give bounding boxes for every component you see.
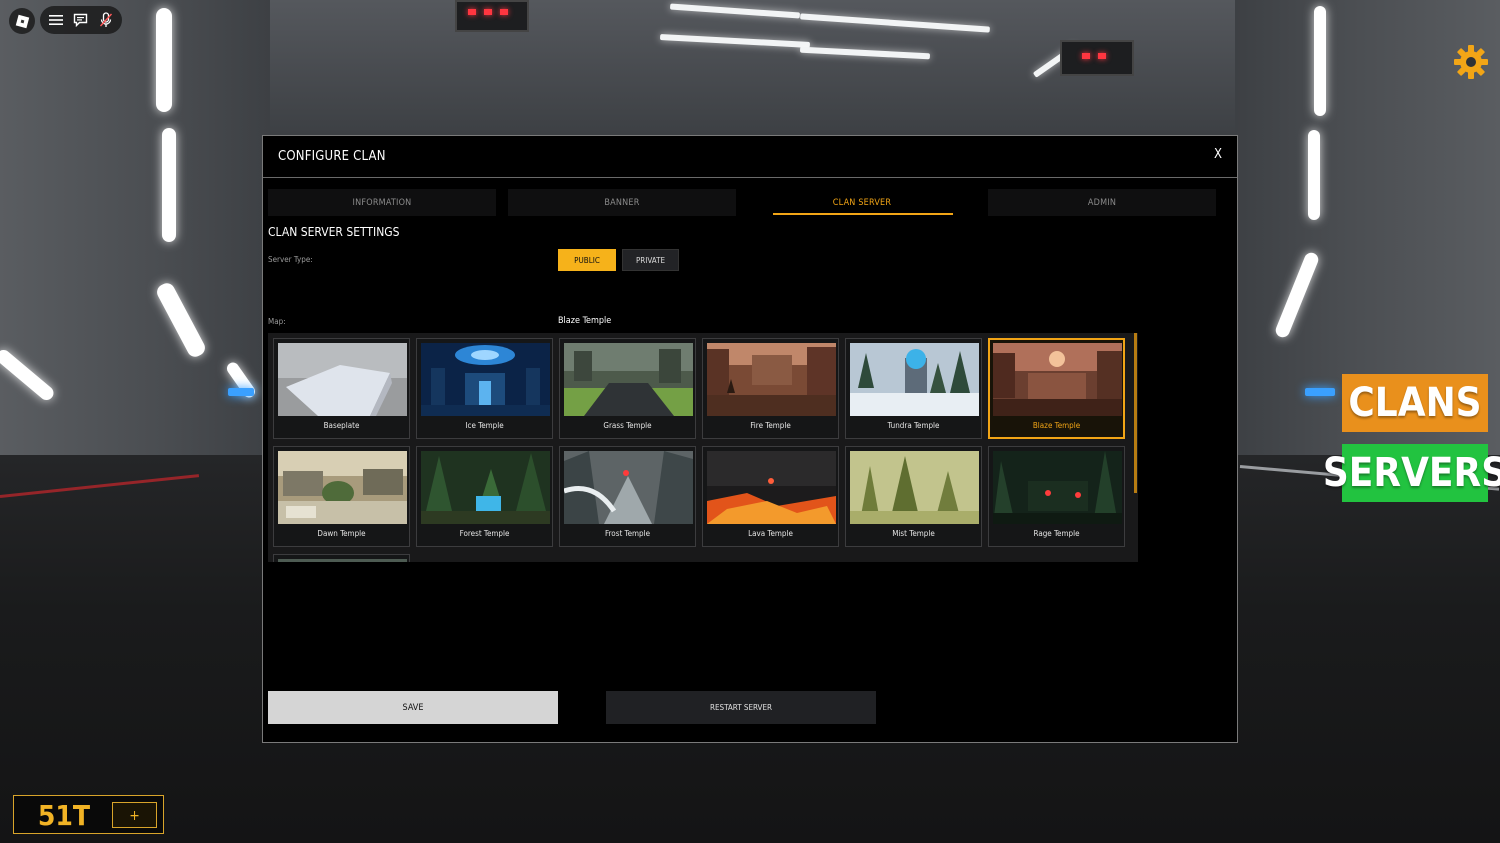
grass-temple-thumbnail [564,343,693,416]
map-name: Tundra Temple [887,421,940,430]
servers-button[interactable]: SERVERS [1323,444,1500,502]
map-grid: Baseplate Ice Temple Grass Temple Fire T… [268,333,1138,562]
ceiling [150,0,1350,140]
map-name: Fire Temple [750,421,791,430]
map-card-blaze-temple[interactable]: Blaze Temple [988,338,1125,439]
map-name: Grass Temple [603,421,652,430]
mist-temple-thumbnail [850,451,979,524]
tundra-temple-thumbnail [850,343,979,416]
configure-clan-modal: CONFIGURE CLAN X INFORMATION BANNER CLAN… [262,135,1238,743]
modal-header: CONFIGURE CLAN X [263,136,1237,178]
map-name: Blaze Temple [1032,421,1081,430]
roblox-topbar [40,6,122,34]
server-type-label: Server Type: [268,255,313,264]
map-card-dawn-temple[interactable]: Dawn Temple [273,446,410,547]
currency-display: 51T + [13,795,164,834]
map-card-lava-temple[interactable]: Lava Temple [702,446,839,547]
tab-information[interactable]: INFORMATION [268,189,496,216]
map-name: Rage Temple [1033,529,1080,538]
settings-gear-icon[interactable] [1452,43,1490,81]
map-name: Forest Temple [459,529,510,538]
map-card-forest-temple[interactable]: Forest Temple [416,446,553,547]
frost-temple-thumbnail [564,451,693,524]
map-name: Frost Temple [604,529,651,538]
forest-temple-thumbnail [421,451,550,524]
map-card-fire-temple[interactable]: Fire Temple [702,338,839,439]
map-label: Map: [268,317,286,326]
lava-temple-thumbnail [707,451,836,524]
blaze-temple-thumbnail [993,343,1122,416]
active-tab-indicator [773,213,953,215]
map-thumbnail [278,559,407,562]
tab-banner[interactable]: BANNER [508,189,736,216]
map-card-grass-temple[interactable]: Grass Temple [559,338,696,439]
map-card-ice-temple[interactable]: Ice Temple [416,338,553,439]
map-name: Dawn Temple [317,529,366,538]
fire-temple-thumbnail [707,343,836,416]
modal-title: CONFIGURE CLAN [278,149,386,164]
rage-temple-thumbnail [993,451,1122,524]
selected-map-name: Blaze Temple [558,316,612,326]
map-name: Baseplate [323,421,360,430]
map-name: Mist Temple [892,529,935,538]
ice-temple-thumbnail [421,343,550,416]
close-button[interactable]: X [1209,147,1227,165]
left-wall [0,0,270,470]
map-card-baseplate[interactable]: Baseplate [273,338,410,439]
map-card-rage-temple[interactable]: Rage Temple [988,446,1125,547]
section-title: CLAN SERVER SETTINGS [268,225,400,239]
dawn-temple-thumbnail [278,451,407,524]
map-card-tundra-temple[interactable]: Tundra Temple [845,338,982,439]
map-card-mist-temple[interactable]: Mist Temple [845,446,982,547]
add-currency-button[interactable]: + [112,802,157,828]
save-button[interactable]: SAVE [268,691,558,724]
map-name: Ice Temple [465,421,504,430]
roblox-menu-icon[interactable] [9,8,35,34]
hamburger-menu-icon[interactable] [45,9,67,31]
tab-clan-server[interactable]: CLAN SERVER [748,189,976,216]
map-card-partial[interactable] [273,554,410,562]
map-name: Lava Temple [748,529,793,538]
currency-amount: 51T [37,799,91,832]
public-button[interactable]: PUBLIC [558,249,616,271]
restart-server-button[interactable]: RESTART SERVER [606,691,876,724]
map-card-frost-temple[interactable]: Frost Temple [559,446,696,547]
tab-admin[interactable]: ADMIN [988,189,1216,216]
private-button[interactable]: PRIVATE [622,249,679,271]
chat-icon[interactable] [70,9,92,31]
baseplate-thumbnail [278,343,407,416]
microphone-muted-icon[interactable] [95,9,117,31]
clans-button[interactable]: CLANS [1342,374,1488,432]
map-scrollbar[interactable] [1134,333,1137,493]
